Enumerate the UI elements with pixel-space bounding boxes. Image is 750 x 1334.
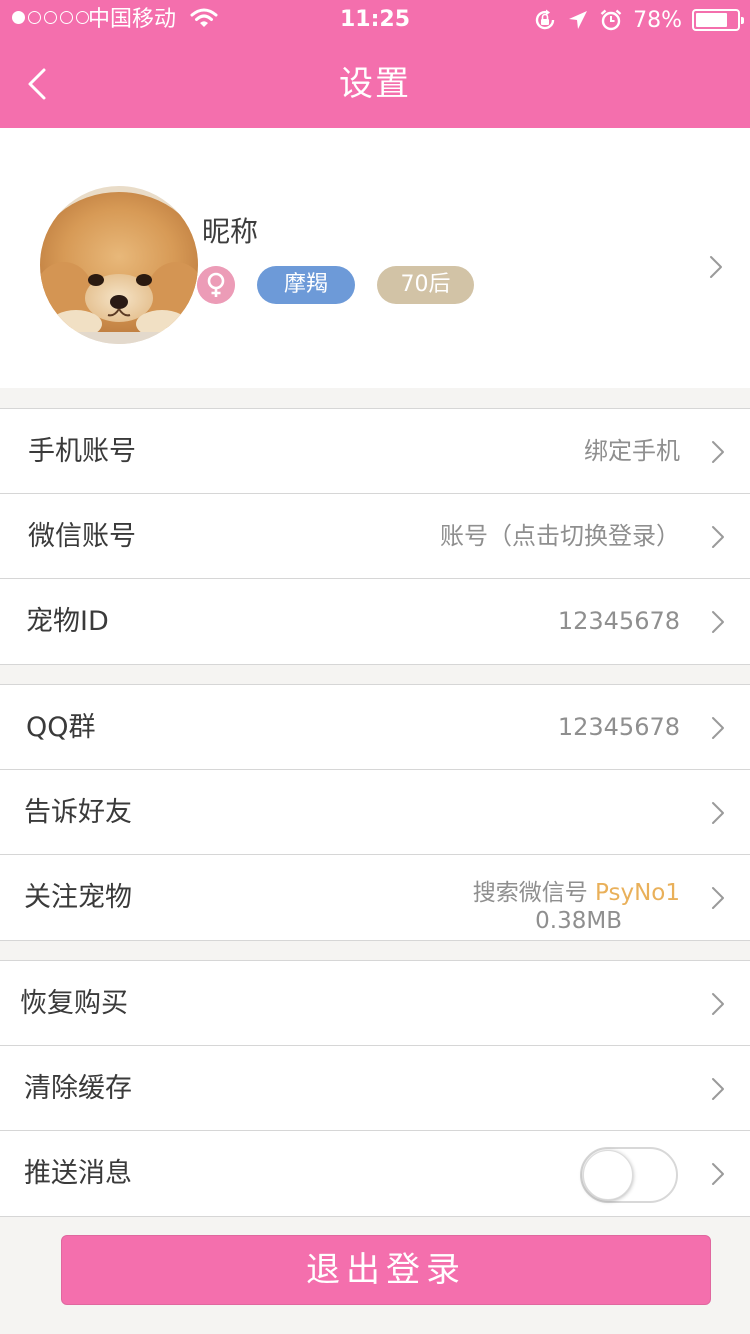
header: 中国移动 11:25 78% 设置 bbox=[0, 0, 750, 128]
chevron-right-icon bbox=[712, 441, 724, 463]
nav-bar: 设置 bbox=[0, 40, 750, 128]
account-group: 手机账号 绑定手机 微信账号 账号（点击切换登录） 宠物ID 12345678 bbox=[0, 408, 750, 665]
status-bar: 中国移动 11:25 78% bbox=[0, 0, 750, 40]
row-value: 搜索微信号 PsyNo1 0.38MB bbox=[473, 879, 680, 935]
row-label: 手机账号 bbox=[28, 436, 136, 467]
battery-percent: 78% bbox=[633, 7, 682, 33]
zodiac-tag: 摩羯 bbox=[257, 266, 355, 304]
system-group: 恢复购买 清除缓存 推送消息 bbox=[0, 960, 750, 1217]
row-value: 12345678 bbox=[557, 607, 680, 635]
row-value: 绑定手机 bbox=[584, 437, 680, 465]
row-value: 账号（点击切换登录） bbox=[440, 522, 680, 550]
chevron-right-icon bbox=[710, 256, 722, 278]
status-right: 78% bbox=[533, 6, 744, 34]
logout-button[interactable]: 退出登录 bbox=[61, 1235, 711, 1305]
chevron-right-icon bbox=[712, 526, 724, 548]
row-label: 恢复购买 bbox=[20, 988, 128, 1019]
avatar[interactable] bbox=[40, 186, 198, 344]
follow-pet-row[interactable]: 关注宠物 搜索微信号 PsyNo1 0.38MB bbox=[0, 855, 750, 940]
row-label: 告诉好友 bbox=[24, 797, 132, 828]
tell-friends-row[interactable]: 告诉好友 bbox=[0, 770, 750, 855]
female-icon bbox=[197, 266, 235, 304]
phone-account-row[interactable]: 手机账号 绑定手机 bbox=[0, 409, 750, 494]
pet-avatar-image bbox=[40, 186, 198, 344]
age-group-tag: 70后 bbox=[377, 266, 474, 304]
wechat-search-hint: 搜索微信号 bbox=[472, 880, 588, 906]
chevron-right-icon bbox=[712, 611, 724, 633]
row-label: 宠物ID bbox=[26, 606, 109, 637]
battery-level bbox=[696, 13, 727, 27]
pet-id-row[interactable]: 宠物ID 12345678 bbox=[0, 579, 750, 664]
chevron-right-icon bbox=[712, 993, 724, 1015]
row-label: 推送消息 bbox=[24, 1158, 132, 1189]
page-title: 设置 bbox=[339, 64, 411, 104]
clear-cache-row[interactable]: 清除缓存 bbox=[0, 1046, 750, 1131]
toggle-knob bbox=[583, 1150, 633, 1200]
chevron-right-icon bbox=[712, 1078, 724, 1100]
location-arrow-icon bbox=[569, 11, 588, 29]
wechat-id: PsyNo1 bbox=[595, 880, 680, 906]
row-value: 12345678 bbox=[557, 713, 680, 741]
rotation-lock-icon bbox=[535, 9, 555, 30]
size-text: 0.38MB bbox=[535, 908, 622, 934]
nickname: 昵称 bbox=[202, 215, 259, 248]
chevron-right-icon bbox=[712, 802, 724, 824]
row-label: 微信账号 bbox=[28, 521, 136, 552]
chevron-right-icon bbox=[712, 717, 724, 739]
row-label: QQ群 bbox=[26, 712, 96, 743]
restore-purchase-row[interactable]: 恢复购买 bbox=[0, 961, 750, 1046]
push-notification-row: 推送消息 bbox=[0, 1131, 750, 1216]
social-group: QQ群 12345678 告诉好友 关注宠物 搜索微信号 PsyNo1 0.38… bbox=[0, 684, 750, 941]
qq-group-row[interactable]: QQ群 12345678 bbox=[0, 685, 750, 770]
profile-card[interactable]: 昵称 摩羯 70后 bbox=[0, 128, 750, 388]
settings-screen: 中国移动 11:25 78% 设置 昵称 摩羯 70后 手机账号 绑定手机 微信… bbox=[0, 0, 750, 1334]
push-toggle[interactable] bbox=[580, 1147, 678, 1203]
alarm-icon bbox=[600, 9, 622, 31]
row-label: 关注宠物 bbox=[24, 882, 132, 913]
chevron-right-icon bbox=[712, 887, 724, 909]
battery-icon bbox=[692, 9, 744, 31]
chevron-right-icon bbox=[712, 1163, 724, 1185]
row-label: 清除缓存 bbox=[24, 1073, 132, 1104]
wechat-account-row[interactable]: 微信账号 账号（点击切换登录） bbox=[0, 494, 750, 579]
